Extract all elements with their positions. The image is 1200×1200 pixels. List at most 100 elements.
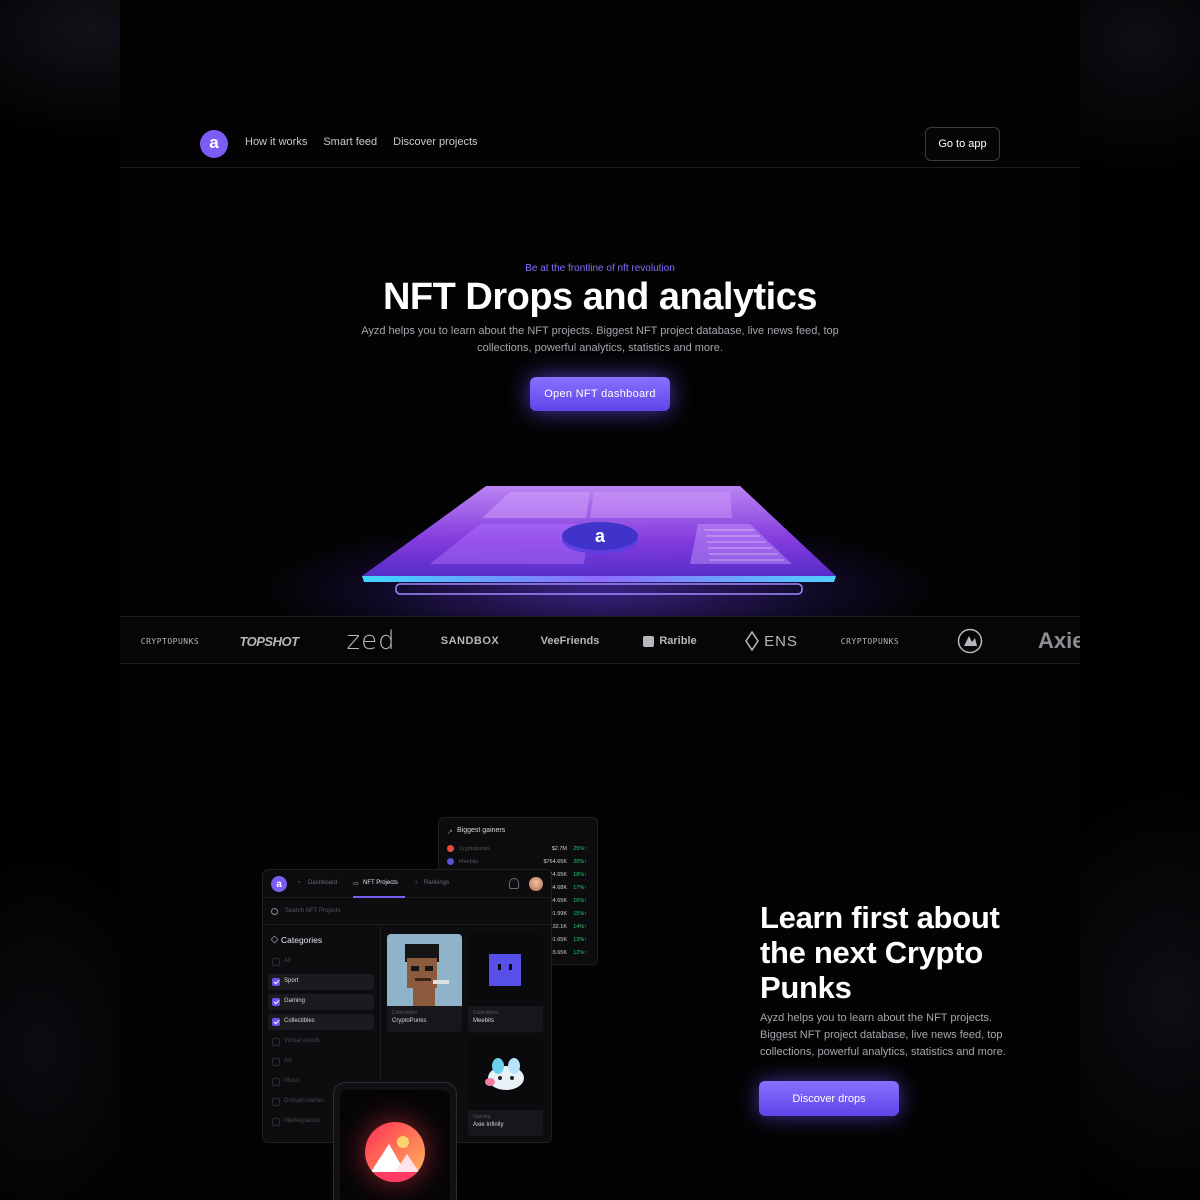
phone-mockup	[333, 1082, 457, 1200]
svg-text:a: a	[595, 526, 606, 546]
ens-icon	[745, 631, 759, 651]
gainer-change: 17%↑	[573, 885, 587, 891]
nav-link-how-it-works[interactable]: How it works	[245, 136, 307, 148]
category-item[interactable]: All	[268, 954, 374, 970]
checkbox[interactable]	[272, 1038, 280, 1046]
checkbox[interactable]	[272, 958, 280, 966]
active-tab-indicator	[353, 896, 405, 898]
nft-card-category: Collectibles	[473, 1010, 499, 1016]
partner-logo-cryptopunks-2: CRYPTOPUNKS	[840, 636, 900, 646]
trending-icon: ↗	[447, 829, 453, 836]
category-label: Collectibles	[284, 1018, 315, 1024]
search-bar[interactable]: Search NFT Projects	[263, 899, 551, 925]
gainer-change: 20%↑	[573, 859, 587, 865]
meebits-image	[468, 934, 543, 1006]
category-item[interactable]: Collectibles	[268, 1014, 374, 1030]
partner-logos-strip: CRYPTOPUNKS TOPSHOT zed SANDBOX VeeFrien…	[120, 616, 1080, 664]
phone-screen	[340, 1090, 450, 1200]
open-nft-dashboard-button[interactable]: Open NFT dashboard	[530, 377, 670, 411]
categories-title: Categories	[281, 935, 323, 945]
partner-logo-zed: zed	[346, 626, 396, 656]
nav-link-discover-projects[interactable]: Discover projects	[393, 136, 477, 148]
axie-image	[468, 1038, 543, 1110]
trophy-icon: ♁	[414, 880, 419, 886]
partner-logo-rarible: Rarible	[640, 617, 700, 665]
project-avatar	[447, 845, 454, 852]
gainer-name: Cryptopunks	[459, 846, 490, 852]
learn-title: Learn first about the next Crypto Punks	[760, 900, 1000, 1005]
hero-title: NFT Drops and analytics	[382, 276, 818, 318]
category-item[interactable]: Art	[268, 1054, 374, 1070]
nft-card-axie-infinity[interactable]: Gaming Axie Infinity	[468, 1038, 543, 1136]
tab-dashboard[interactable]: Dashboard	[308, 880, 337, 886]
gainer-change: 12%↑	[573, 950, 587, 956]
folder-icon: ▭	[353, 881, 359, 887]
logo-letter: a	[209, 132, 219, 152]
partner-logo-emblem	[952, 617, 988, 665]
nft-card-category: Gaming	[473, 1114, 491, 1120]
category-label: Sport	[284, 978, 299, 984]
avatar[interactable]	[529, 877, 543, 891]
emblem-icon	[957, 628, 983, 654]
gainer-change: 14%↑	[573, 924, 587, 930]
app-logo[interactable]: a	[271, 876, 287, 892]
gainer-value: $2.7M	[551, 846, 567, 852]
ens-label: ENS	[764, 632, 798, 650]
category-label: Domain names	[284, 1098, 325, 1104]
checkbox[interactable]	[272, 1018, 280, 1026]
gainer-row[interactable]: Meebits $764.65K 20%↑	[447, 857, 591, 869]
layers-icon	[270, 935, 279, 944]
gainers-title: Biggest gainers	[457, 827, 506, 834]
ayzd-logo[interactable]: a	[200, 130, 228, 158]
top-nav: a How it works Smart feed Discover proje…	[120, 126, 1080, 168]
search-icon	[271, 908, 278, 915]
rarible-icon	[643, 635, 655, 647]
category-item[interactable]: Gaming	[268, 994, 374, 1010]
gainer-row[interactable]: Cryptopunks $2.7M 25%↑	[447, 844, 591, 856]
tab-nft-projects[interactable]: NFT Projects	[363, 880, 398, 886]
partner-logo-topshot: TOPSHOT	[239, 633, 299, 649]
partner-logo-axie: Axie	[1038, 628, 1080, 653]
gainer-change: 25%↑	[573, 846, 587, 852]
category-label: Marketplaces	[284, 1118, 320, 1124]
category-item[interactable]: Virtual worlds	[268, 1034, 374, 1050]
nav-link-smart-feed[interactable]: Smart feed	[323, 136, 377, 148]
partner-logo-veefriends: VeeFriends	[540, 635, 600, 647]
checkbox[interactable]	[272, 998, 280, 1006]
nft-card-category: Collectibles	[392, 1010, 418, 1016]
decentraland-icon	[365, 1122, 425, 1182]
partner-logo-cryptopunks: CRYPTOPUNKS	[140, 636, 200, 646]
landing-page: a How it works Smart feed Discover proje…	[120, 0, 1080, 1200]
checkbox[interactable]	[272, 1058, 280, 1066]
rarible-label: Rarible	[659, 635, 697, 647]
gainer-value: $764.65K	[543, 859, 567, 865]
project-avatar	[447, 858, 454, 865]
checkbox[interactable]	[272, 1098, 280, 1106]
checkbox[interactable]	[272, 1118, 280, 1126]
gainer-change: 13%↑	[573, 937, 587, 943]
search-input[interactable]: Search NFT Projects	[285, 908, 341, 914]
app-top-bar: a ◔ Dashboard ▭ NFT Projects ♁ Rankings	[263, 870, 551, 898]
nft-card-name: Meebits	[473, 1018, 495, 1024]
dashboard-icon: ◔	[297, 880, 301, 886]
category-label: Music	[284, 1078, 300, 1084]
checkbox[interactable]	[272, 978, 280, 986]
category-label: Art	[284, 1058, 292, 1064]
checkbox[interactable]	[272, 1078, 280, 1086]
go-to-app-button[interactable]: Go to app	[925, 127, 1000, 161]
category-label: All	[284, 958, 291, 964]
partner-logo-sandbox: SANDBOX	[440, 635, 500, 647]
dashboard-device-illustration: a	[362, 486, 836, 595]
nft-card-meebits[interactable]: Collectibles Meebits	[468, 934, 543, 1032]
nft-card-name: CryptoPunks	[392, 1018, 427, 1024]
gainer-change: 18%↑	[573, 872, 587, 878]
hero-eyebrow: Be at the frontline of nft revolution	[525, 263, 675, 274]
bell-icon[interactable]	[509, 878, 519, 889]
nft-card-cryptopunks[interactable]: Collectibles CryptoPunks	[387, 934, 462, 1032]
hero-description: Ayzd helps you to learn about the NFT pr…	[361, 325, 839, 354]
discover-drops-button[interactable]: Discover drops	[759, 1081, 899, 1116]
category-item[interactable]: Sport	[268, 974, 374, 990]
tab-rankings[interactable]: Rankings	[424, 880, 449, 886]
cryptopunk-image	[387, 934, 462, 1006]
nft-card-name: Axie Infinity	[473, 1122, 504, 1128]
